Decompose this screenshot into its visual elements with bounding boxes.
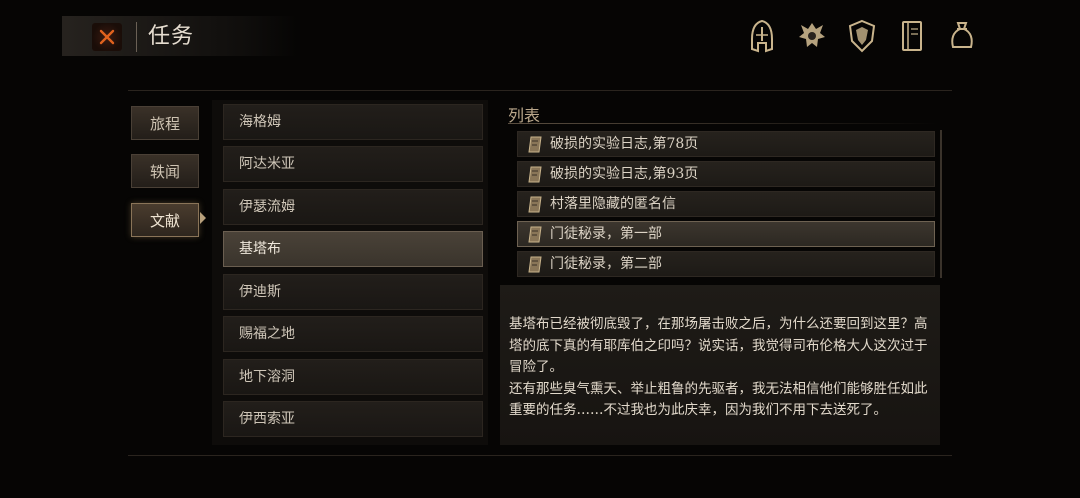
document-item-label: 门徒秘录，第一部 (550, 226, 662, 242)
document-item-label: 门徒秘录，第二部 (550, 256, 662, 272)
document-item-label: 破损的实验日志,第93页 (550, 166, 699, 182)
close-button[interactable] (92, 23, 122, 51)
scroll-icon (528, 226, 542, 243)
location-item[interactable]: 伊瑟流姆 (223, 189, 483, 225)
document-item[interactable]: 村落里隐藏的匿名信 (517, 191, 935, 217)
description-paragraph: 还有那些臭气熏天、举止粗鲁的先驱者，我无法相信他们能够胜任如此重要的任务……不过… (509, 380, 928, 419)
location-item[interactable]: 伊西索亚 (223, 401, 483, 437)
scroll-icon (528, 196, 542, 213)
category-tab-anecdotes[interactable]: 轶闻 (131, 154, 199, 188)
page-title: 任务 (148, 24, 195, 49)
description-paragraph: 基塔布已经被彻底毁了，在那场屠击败之后，为什么还要回到这里？高塔的底下真的有耶库… (509, 316, 928, 375)
document-item-selected[interactable]: 门徒秘录，第一部 (517, 221, 935, 247)
helmet-icon[interactable] (744, 16, 780, 56)
title-divider (136, 22, 137, 52)
document-list-scrollbar[interactable] (940, 130, 942, 278)
scroll-icon (528, 256, 542, 273)
location-item[interactable]: 阿达米亚 (223, 146, 483, 182)
location-item-selected[interactable]: 基塔布 (223, 231, 483, 267)
category-tab-documents[interactable]: 文献 (131, 203, 199, 237)
document-item-label: 破损的实验日志,第78页 (550, 136, 699, 152)
location-item[interactable]: 赐福之地 (223, 316, 483, 352)
description-text: 基塔布已经被彻底毁了，在那场屠击败之后，为什么还要回到这里？高塔的底下真的有耶库… (509, 314, 939, 422)
journal-icon[interactable] (894, 16, 930, 56)
location-item[interactable]: 海格姆 (223, 104, 483, 140)
document-item[interactable]: 门徒秘录，第二部 (517, 251, 935, 277)
category-tab-journey[interactable]: 旅程 (131, 106, 199, 140)
scroll-icon (528, 166, 542, 183)
pouch-icon[interactable] (944, 16, 980, 56)
document-item[interactable]: 破损的实验日志,第93页 (517, 161, 935, 187)
document-item-label: 村落里隐藏的匿名信 (550, 196, 676, 212)
frame-bottom-line (128, 455, 952, 456)
heading-underline (508, 123, 938, 124)
document-item[interactable]: 破损的实验日志,第78页 (517, 131, 935, 157)
shield-icon[interactable] (844, 16, 880, 56)
location-item[interactable]: 伊迪斯 (223, 274, 483, 310)
scroll-icon (528, 136, 542, 153)
crest-icon[interactable] (794, 16, 830, 56)
frame-top-line (128, 90, 952, 91)
location-item[interactable]: 地下溶洞 (223, 359, 483, 395)
active-category-arrow-icon (200, 212, 206, 224)
close-x-icon (99, 29, 115, 45)
